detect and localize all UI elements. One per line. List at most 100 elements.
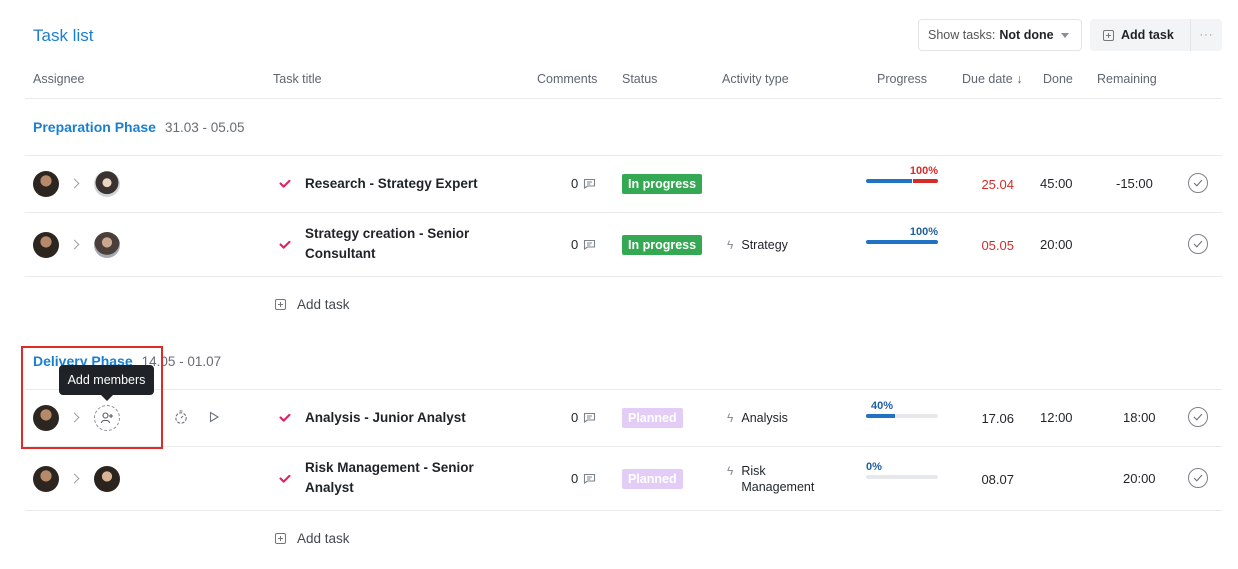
bolt-icon: ϟ: [727, 464, 734, 478]
due-date: 17.06: [981, 411, 1014, 426]
progress-bar: [866, 414, 938, 418]
play-icon[interactable]: [208, 411, 220, 423]
header-divider: [25, 98, 1222, 99]
comments-count[interactable]: 0: [571, 176, 596, 191]
avatar[interactable]: [94, 171, 120, 197]
column-header-done: Done: [1043, 72, 1073, 86]
check-mark-icon: [279, 475, 291, 483]
progress-bar: [866, 240, 938, 244]
more-options-button[interactable]: ···: [1190, 19, 1222, 51]
bolt-icon: ϟ: [727, 238, 734, 252]
column-header-activity-type: Activity type: [722, 72, 789, 86]
task-title[interactable]: Risk Management - Senior Analyst: [305, 458, 474, 498]
done-time: 12:00: [1040, 410, 1073, 425]
comments-count[interactable]: 0: [571, 471, 596, 486]
due-date: 08.07: [981, 472, 1014, 487]
check-circle-icon: [1193, 413, 1203, 421]
task-title[interactable]: Strategy creation - Senior Consultant: [305, 224, 469, 264]
check-circle-icon: [1193, 240, 1203, 248]
check-circle-icon: [1193, 474, 1203, 482]
plus-square-icon: [275, 299, 286, 310]
progress-bar: [866, 475, 938, 479]
column-header-status: Status: [622, 72, 658, 86]
table-row[interactable]: Strategy creation - Senior Consultant 0 …: [0, 213, 1238, 276]
comment-icon: [584, 473, 596, 484]
progress-fill: [866, 240, 938, 244]
add-task-inline[interactable]: Add task: [275, 531, 350, 546]
progress-label: 100%: [909, 226, 938, 238]
page-title: Task list: [33, 26, 94, 45]
status-badge[interactable]: In progress: [622, 235, 703, 255]
add-task-inline[interactable]: Add task: [275, 297, 350, 312]
progress-bar: [866, 179, 938, 183]
activity-type: ϟ Risk Management: [727, 464, 815, 494]
show-tasks-filter[interactable]: Show tasks: Not done: [918, 19, 1082, 51]
column-header-progress: Progress: [877, 72, 928, 86]
complete-task-button[interactable]: [1188, 173, 1208, 193]
remaining-time: -15:00: [1116, 176, 1153, 191]
table-row[interactable]: Risk Management - Senior Analyst 0 Plann…: [0, 447, 1238, 510]
remaining-time: 20:00: [1123, 471, 1156, 486]
progress-label: 40%: [871, 400, 894, 412]
status-badge[interactable]: Planned: [622, 408, 683, 428]
check-mark-icon: [279, 180, 291, 188]
avatar[interactable]: [33, 466, 59, 492]
task-title[interactable]: Research - Strategy Expert: [305, 174, 478, 194]
phase-dates: 31.03 - 05.05: [164, 120, 245, 135]
remaining-time: 18:00: [1123, 410, 1156, 425]
comments-count[interactable]: 0: [571, 410, 596, 425]
status-badge[interactable]: Planned: [622, 469, 683, 489]
progress-overrun: [913, 179, 938, 183]
avatar[interactable]: [33, 232, 59, 258]
table-row[interactable]: Analysis - Junior Analyst 0 Planned ϟ An…: [0, 390, 1238, 446]
filter-label: Show tasks:: [928, 28, 996, 42]
add-task-button[interactable]: Add task: [1090, 19, 1190, 51]
chevron-right-icon: [69, 239, 80, 250]
complete-task-button[interactable]: [1188, 234, 1208, 254]
complete-task-button[interactable]: [1188, 407, 1208, 427]
column-header-due-date[interactable]: Due date ↓: [962, 72, 1022, 86]
highlight-box: [21, 346, 163, 449]
filter-value: Not done: [999, 28, 1054, 42]
due-date: 25.04: [981, 177, 1014, 192]
chevron-right-icon: [69, 473, 80, 484]
bolt-icon: ϟ: [727, 411, 734, 425]
phase-header: Preparation Phase 31.03 - 05.05: [33, 119, 245, 135]
comments-count[interactable]: 0: [571, 237, 596, 252]
avatar[interactable]: [94, 466, 120, 492]
progress-label: 100%: [909, 165, 938, 177]
timer-icon[interactable]: [173, 409, 189, 425]
table-row[interactable]: Research - Strategy Expert 0 In progress…: [0, 156, 1238, 212]
caret-down-icon: [1061, 33, 1069, 38]
activity-type: ϟ Analysis: [727, 411, 788, 425]
avatar[interactable]: [33, 171, 59, 197]
check-mark-icon: [279, 414, 291, 422]
column-header-task-title: Task title: [273, 72, 322, 86]
plus-square-icon: [275, 533, 286, 544]
progress-cell: 100%: [866, 165, 938, 183]
phase-name[interactable]: Preparation Phase: [33, 119, 156, 135]
progress-cell: 40%: [866, 400, 938, 418]
progress-cell: 100%: [866, 226, 938, 244]
progress-label: 0%: [866, 461, 882, 473]
column-header-remaining: Remaining: [1097, 72, 1157, 86]
check-mark-icon: [279, 241, 291, 249]
comment-icon: [584, 239, 596, 250]
comment-icon: [584, 178, 596, 189]
done-time: 45:00: [1040, 176, 1073, 191]
progress-cell: 0%: [866, 461, 938, 479]
done-time: 20:00: [1040, 237, 1073, 252]
comment-icon: [584, 412, 596, 423]
avatar[interactable]: [94, 232, 120, 258]
status-badge[interactable]: In progress: [622, 174, 703, 194]
chevron-right-icon: [69, 178, 80, 189]
check-circle-icon: [1193, 179, 1203, 187]
plus-square-icon: [1103, 29, 1114, 41]
column-header-comments: Comments: [537, 72, 598, 86]
task-title[interactable]: Analysis - Junior Analyst: [305, 408, 466, 428]
progress-fill: [866, 179, 912, 183]
add-task-label: Add task: [1121, 28, 1174, 42]
divider: [25, 510, 1222, 511]
activity-type: ϟ Strategy: [727, 238, 788, 252]
complete-task-button[interactable]: [1188, 468, 1208, 488]
